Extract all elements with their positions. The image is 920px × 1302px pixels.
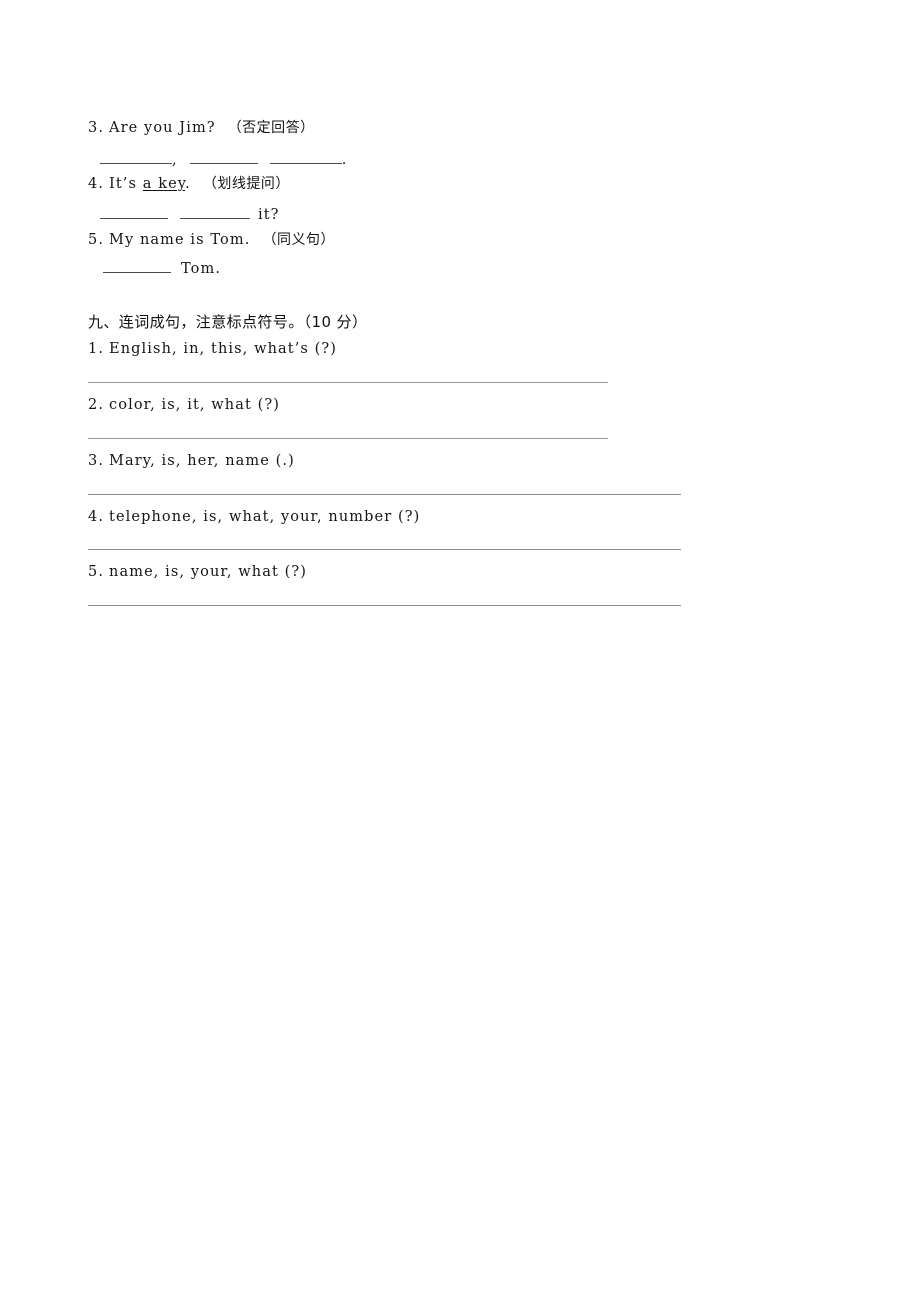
word-order-answer-rule-4[interactable] [88,549,681,550]
transform-question-5-answer-suffix: Tom. [181,261,222,277]
transform-question-3-hint: （否定回答） [227,120,315,136]
word-order-section-heading: 九、连词成句，注意标点符号。（10 分） [88,311,367,332]
word-order-question-4: 4. telephone, is, what, your, number (?) [88,509,420,525]
answer-blank[interactable] [100,205,168,219]
answer-blank[interactable] [189,150,258,164]
answer-punctuation: . [341,152,348,168]
word-order-question-5-text: name, is, your, what (?) [109,564,308,580]
answer-blank[interactable] [269,150,342,164]
word-order-question-5: 5. name, is, your, what (?) [88,564,307,580]
transform-question-5-hint: （同义句） [262,232,335,248]
word-order-question-3-number: 3. [88,453,105,469]
word-order-question-1-number: 1. [88,341,105,357]
word-order-question-3: 3. Mary, is, her, name (.) [88,453,295,469]
word-order-answer-rule-5[interactable] [88,605,681,606]
transform-question-5-answer-row: Tom. [103,259,221,277]
answer-blank[interactable] [180,205,250,219]
worksheet-page: 3. Are you Jim? （否定回答） ,. 4. It’s a key. （划线… [0,0,920,1302]
word-order-answer-rule-1[interactable] [88,382,608,383]
word-order-question-3-text: Mary, is, her, name (.) [109,453,295,469]
transform-question-4-prompt: 4. It’s a key. （划线提问） [88,173,290,193]
transform-question-4-underlined-phrase: a key [142,176,186,192]
answer-punctuation: , [172,152,178,168]
transform-question-4-text-before: It’s [109,176,143,192]
transform-question-4-answer-row: it? [100,205,280,223]
word-order-question-1-text: English, in, this, what’s (?) [109,341,338,357]
word-order-question-2: 2. color, is, it, what (?) [88,397,280,413]
answer-blank[interactable] [100,150,172,164]
answer-blank[interactable] [103,259,171,273]
word-order-question-4-text: telephone, is, what, your, number (?) [109,509,421,525]
transform-question-4-number: 4. [88,176,105,192]
transform-question-3-number: 3. [88,120,105,136]
transform-question-4-answer-suffix: it? [258,207,280,223]
section-heading-text: 九、连词成句，注意标点符号。（10 分） [88,313,368,331]
transform-question-5-text: My name is Tom. [109,232,251,248]
transform-question-4-hint: （划线提问） [202,176,290,192]
transform-question-3-prompt: 3. Are you Jim? （否定回答） [88,117,315,137]
word-order-question-2-number: 2. [88,397,105,413]
word-order-answer-rule-3[interactable] [88,494,681,495]
word-order-question-2-text: color, is, it, what (?) [109,397,281,413]
transform-question-4-text-after: . [185,176,191,192]
word-order-question-4-number: 4. [88,509,105,525]
transform-question-5-prompt: 5. My name is Tom. （同义句） [88,229,335,249]
word-order-question-5-number: 5. [88,564,105,580]
transform-question-3-answer-row: ,. [100,150,347,168]
word-order-answer-rule-2[interactable] [88,438,608,439]
transform-question-3-text: Are you Jim? [109,120,216,136]
transform-question-5-number: 5. [88,232,105,248]
word-order-question-1: 1. English, in, this, what’s (?) [88,341,337,357]
